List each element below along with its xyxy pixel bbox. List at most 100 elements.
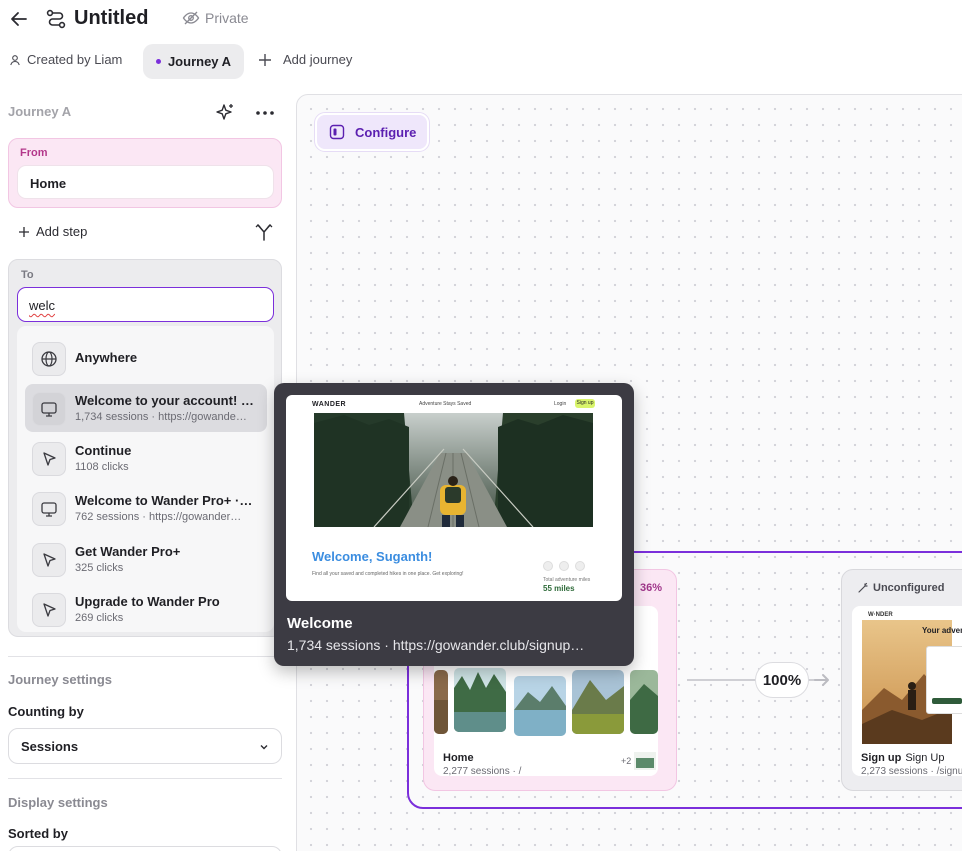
sorted-by-label: Sorted by <box>8 826 68 841</box>
cursor-icon <box>32 543 66 577</box>
settings-icon <box>575 561 585 571</box>
journey-settings-heading: Journey settings <box>8 672 113 687</box>
option-title: Continue <box>75 443 132 458</box>
tooltip-subtitle: 1,734 sessions · https://gowander.club/s… <box>287 637 585 653</box>
user-icon <box>10 54 20 65</box>
home-step-percent: 36% <box>639 582 662 594</box>
preview-caption: Find all your saved and completed hikes … <box>312 571 464 577</box>
connector-arrow-icon <box>814 674 829 686</box>
signup-step-title-secondary: Sign Up <box>905 752 945 764</box>
home-step-name: Home <box>443 752 474 764</box>
conversion-badge[interactable]: 100% <box>755 662 809 698</box>
more-icon[interactable] <box>254 102 276 124</box>
monitor-icon <box>32 392 66 426</box>
heart-icon <box>543 561 553 571</box>
divider <box>8 778 282 779</box>
to-label: To <box>21 269 34 281</box>
home-step-more: +2 <box>621 756 632 766</box>
privacy-label: Private <box>205 10 249 26</box>
option-continue[interactable]: Continue 1108 clicks <box>25 434 267 482</box>
option-subtitle: 1108 clicks <box>75 461 129 473</box>
from-field[interactable]: Home <box>17 165 274 199</box>
home-step-subtitle: 2,277 sessions · / <box>443 766 522 776</box>
option-subtitle: 269 clicks <box>75 612 124 624</box>
configure-label: Configure <box>355 124 417 140</box>
to-step: To welc Anywhere Welcome to your account… <box>8 259 282 637</box>
to-dropdown: Anywhere Welcome to your account! … 1,73… <box>17 326 274 632</box>
option-welcome-wander-pro[interactable]: Welcome to Wander Pro+ ·… 762 sessions ·… <box>25 484 267 532</box>
globe-icon <box>32 342 66 376</box>
merge-branch-icon[interactable] <box>254 222 274 242</box>
meadow-peak-thumbnail <box>572 670 624 734</box>
option-title: Anywhere <box>75 350 138 365</box>
page-screenshot: WANDER Adventure Stays Saved Login Sign … <box>286 395 622 601</box>
preview-navbar: WANDER Adventure Stays Saved Login Sign … <box>286 395 622 413</box>
option-subtitle: 1,734 sessions · https://gowande… <box>75 411 247 423</box>
to-query: welc <box>29 298 56 313</box>
to-search-input[interactable]: welc <box>17 287 274 322</box>
magic-wand-icon <box>858 582 868 593</box>
from-label: From <box>20 147 48 159</box>
unconfigured-status: Unconfigured <box>857 582 945 594</box>
created-by-label: Created by Liam <box>27 52 123 67</box>
tab-journey-a[interactable]: Journey A <box>143 44 244 79</box>
option-subtitle: 325 clicks <box>75 562 124 574</box>
counting-by-value: Sessions <box>21 739 79 754</box>
add-step-button[interactable]: Add step <box>18 224 87 239</box>
panel-icon <box>329 124 345 140</box>
signup-step-preview: W·NDER Your adventu Sign upSign Up 2,273… <box>852 606 962 776</box>
journey-tabs: Created by Liam Journey A Add journey <box>0 44 962 80</box>
plus-icon <box>19 226 29 237</box>
created-by-tab[interactable]: Created by Liam <box>9 52 122 67</box>
photo-thumbnail <box>434 670 448 734</box>
preview-login: Login <box>554 401 567 407</box>
monitor-icon <box>32 492 66 526</box>
sparkle-icon[interactable] <box>214 102 236 124</box>
configure-button[interactable]: Configure <box>315 113 429 151</box>
divider <box>8 656 282 657</box>
signup-step-title: Sign up <box>861 752 902 764</box>
valley-thumbnail <box>630 670 658 734</box>
mini-logo: W·NDER <box>868 612 893 618</box>
from-step: From Home <box>8 138 282 208</box>
signup-heading-preview: Your adventu <box>922 626 962 635</box>
option-anywhere[interactable]: Anywhere <box>25 334 267 382</box>
option-title: Get Wander Pro+ <box>75 544 181 559</box>
unconfigured-label: Unconfigured <box>873 582 945 594</box>
preview-logo: WANDER <box>312 401 347 408</box>
option-title: Upgrade to Wander Pro <box>75 594 220 609</box>
active-dot <box>155 59 161 64</box>
display-settings-heading: Display settings <box>8 795 108 810</box>
signup-step-subtitle: 2,273 sessions · /signup <box>861 766 962 776</box>
add-journey-label: Add journey <box>283 52 353 67</box>
signup-step-card[interactable]: Unconfigured W·NDER Your adventu Sign up… <box>841 569 962 791</box>
signup-form-button-preview <box>932 698 962 704</box>
plus-icon <box>259 53 271 66</box>
preview-miles: 55 miles <box>543 584 575 593</box>
cursor-icon <box>32 593 66 627</box>
preview-welcome-heading: Welcome, Suganth! <box>312 549 433 564</box>
option-title: Welcome to Wander Pro+ ·… <box>75 493 253 508</box>
share-icon <box>559 561 569 571</box>
stacked-thumbnail <box>634 752 656 770</box>
option-upgrade-wander-pro[interactable]: Upgrade to Wander Pro 269 clicks <box>25 585 267 632</box>
preview-signup-button: Sign up <box>575 399 595 408</box>
privacy-toggle[interactable]: Private <box>182 10 249 26</box>
option-welcome-account[interactable]: Welcome to your account! … 1,734 session… <box>25 384 267 432</box>
counting-by-select[interactable]: Sessions <box>8 728 282 764</box>
option-subtitle: 762 sessions · https://gowander… <box>75 511 242 523</box>
counting-by-label: Counting by <box>8 704 84 719</box>
header: Untitled Private <box>0 0 962 40</box>
sorted-by-select[interactable] <box>8 846 282 851</box>
chevron-down-icon <box>260 745 268 750</box>
option-get-wander-pro[interactable]: Get Wander Pro+ 325 clicks <box>25 535 267 583</box>
cursor-icon <box>32 442 66 476</box>
add-journey-button[interactable]: Add journey <box>258 52 352 67</box>
journey-sidebar: Journey A From Home Add step To welc Any… <box>0 92 296 851</box>
tab-journey-label: Journey A <box>167 54 232 69</box>
back-arrow-icon[interactable] <box>8 8 30 30</box>
page-preview-tooltip: WANDER Adventure Stays Saved Login Sign … <box>274 383 634 666</box>
add-step-label: Add step <box>36 224 88 239</box>
page-title[interactable]: Untitled <box>74 7 148 30</box>
preview-icon-row <box>543 561 585 571</box>
